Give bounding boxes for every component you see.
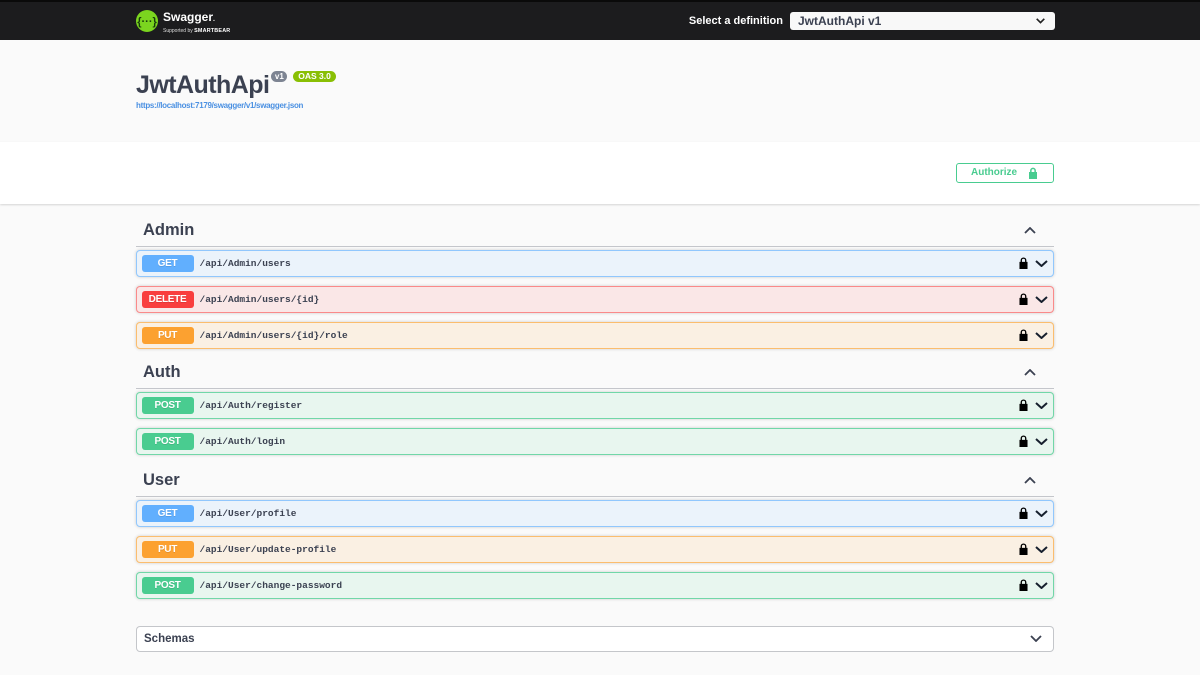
- svg-text:{···}: {···}: [137, 16, 157, 28]
